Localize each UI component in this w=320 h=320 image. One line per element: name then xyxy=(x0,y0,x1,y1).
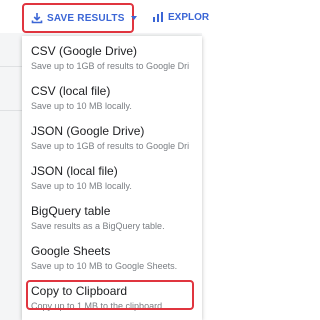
menu-item-csv-local-file[interactable]: CSV (local file) Save up to 10 MB locall… xyxy=(22,80,202,120)
menu-item-google-sheets[interactable]: Google Sheets Save up to 10 MB to Google… xyxy=(22,240,202,280)
save-results-label: SAVE RESULTS xyxy=(47,12,125,24)
menu-item-description: Save up to 10 MB to Google Sheets. xyxy=(31,261,178,271)
menu-item-csv-google-drive[interactable]: CSV (Google Drive) Save up to 1GB of res… xyxy=(22,40,202,80)
menu-item-title: CSV (local file) xyxy=(31,84,111,98)
clipboard-highlight-box xyxy=(26,280,194,310)
menu-item-json-local-file[interactable]: JSON (local file) Save up to 10 MB local… xyxy=(22,160,202,200)
background-divider xyxy=(0,66,22,67)
menu-item-title: JSON (Google Drive) xyxy=(31,124,145,138)
menu-item-json-google-drive[interactable]: JSON (Google Drive) Save up to 1GB of re… xyxy=(22,120,202,160)
menu-item-title: CSV (Google Drive) xyxy=(31,44,138,58)
chart-icon xyxy=(152,11,164,23)
menu-item-description: Save up to 1GB of results to Google Dri xyxy=(31,141,190,151)
save-results-menu: CSV (Google Drive) Save up to 1GB of res… xyxy=(22,36,202,320)
explore-label: EXPLOR xyxy=(168,11,210,23)
menu-item-description: Save up to 1GB of results to Google Dri xyxy=(31,61,190,71)
menu-item-title: Google Sheets xyxy=(31,244,111,258)
menu-item-bigquery-table[interactable]: BigQuery table Save results as a BigQuer… xyxy=(22,200,202,240)
chevron-down-icon xyxy=(130,16,137,20)
menu-item-description: Save results as a BigQuery table. xyxy=(31,221,165,231)
menu-item-title: BigQuery table xyxy=(31,204,111,218)
explore-button[interactable]: EXPLOR xyxy=(152,11,209,23)
download-icon xyxy=(31,12,43,24)
background-divider xyxy=(0,110,22,111)
save-results-button[interactable]: SAVE RESULTS xyxy=(22,3,137,33)
menu-item-title: JSON (local file) xyxy=(31,164,118,178)
toolbar: SAVE RESULTS EXPLOR xyxy=(0,0,209,33)
menu-item-description: Save up to 10 MB locally. xyxy=(31,181,132,191)
menu-item-description: Save up to 10 MB locally. xyxy=(31,101,132,111)
